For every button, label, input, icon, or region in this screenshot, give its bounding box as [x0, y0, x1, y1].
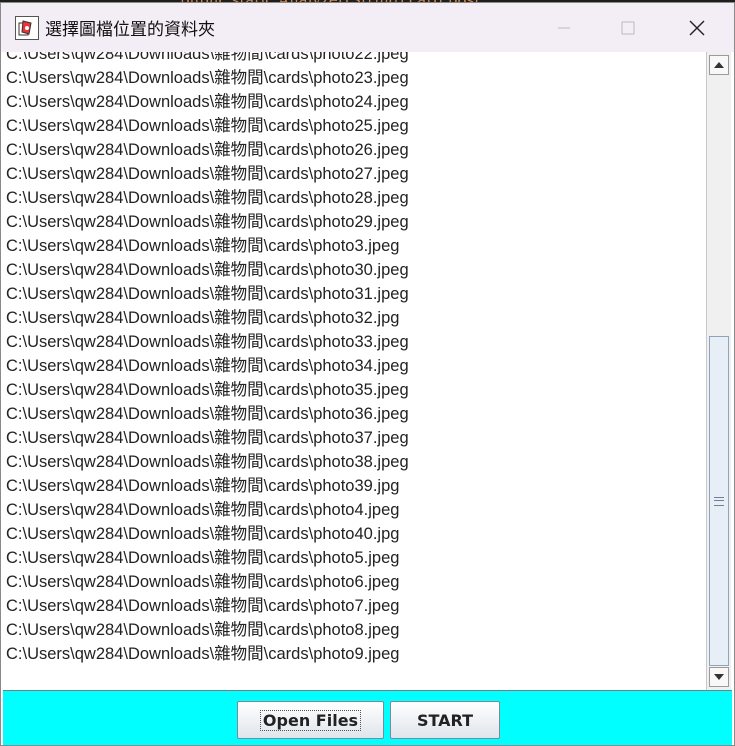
list-item[interactable]: C:\Users\qw284\Downloads\雜物間\cards\photo…: [3, 138, 409, 162]
scroll-up-button[interactable]: [709, 55, 729, 75]
start-button[interactable]: START: [390, 701, 500, 739]
list-item[interactable]: C:\Users\qw284\Downloads\雜物間\cards\photo…: [3, 66, 409, 90]
list-item[interactable]: C:\Users\qw284\Downloads\雜物間\cards\photo…: [3, 618, 409, 642]
scroll-down-button[interactable]: [709, 667, 729, 687]
window-title: 選擇圖檔位置的資料夾: [45, 20, 215, 40]
open-files-button[interactable]: Open Files: [237, 701, 384, 739]
list-item[interactable]: C:\Users\qw284\Downloads\雜物間\cards\photo…: [3, 234, 409, 258]
close-icon: [689, 20, 705, 35]
list-item[interactable]: C:\Users\qw284\Downloads\雜物間\cards\photo…: [3, 570, 409, 594]
vertical-scrollbar[interactable]: [706, 52, 731, 690]
list-item[interactable]: C:\Users\qw284\Downloads\雜物間\cards\photo…: [3, 186, 409, 210]
maximize-button[interactable]: [605, 3, 651, 52]
list-item[interactable]: C:\Users\qw284\Downloads\雜物間\cards\photo…: [3, 642, 409, 666]
title-bar[interactable]: 選擇圖檔位置的資料夾: [1, 3, 734, 52]
list-item[interactable]: C:\Users\qw284\Downloads\雜物間\cards\photo…: [3, 330, 409, 354]
list-item[interactable]: C:\Users\qw284\Downloads\雜物間\cards\photo…: [3, 354, 409, 378]
list-item[interactable]: C:\Users\qw284\Downloads\雜物間\cards\photo…: [3, 282, 409, 306]
list-item[interactable]: C:\Users\qw284\Downloads\雜物間\cards\photo…: [3, 378, 409, 402]
close-button[interactable]: [674, 3, 720, 52]
open-files-label: Open Files: [259, 709, 362, 731]
list-item[interactable]: C:\Users\qw284\Downloads\雜物間\cards\photo…: [3, 52, 409, 66]
list-item[interactable]: C:\Users\qw284\Downloads\雜物間\cards\photo…: [3, 402, 409, 426]
list-item[interactable]: C:\Users\qw284\Downloads\雜物間\cards\photo…: [3, 306, 409, 330]
list-item[interactable]: C:\Users\qw284\Downloads\雜物間\cards\photo…: [3, 474, 409, 498]
start-label: START: [416, 710, 474, 730]
arrow-down-icon: [714, 674, 724, 680]
scroll-thumb[interactable]: [709, 336, 729, 666]
java-app-icon: [15, 15, 39, 40]
list-item[interactable]: C:\Users\qw284\Downloads\雜物間\cards\photo…: [3, 498, 409, 522]
minimize-button[interactable]: [541, 3, 587, 52]
list-item[interactable]: C:\Users\qw284\Downloads\雜物間\cards\photo…: [3, 594, 409, 618]
button-panel: Open Files START: [3, 690, 732, 745]
list-item[interactable]: C:\Users\qw284\Downloads\雜物間\cards\photo…: [3, 210, 409, 234]
list-item[interactable]: C:\Users\qw284\Downloads\雜物間\cards\photo…: [3, 114, 409, 138]
list-item[interactable]: C:\Users\qw284\Downloads\雜物間\cards\photo…: [3, 450, 409, 474]
list-item[interactable]: C:\Users\qw284\Downloads\雜物間\cards\photo…: [3, 90, 409, 114]
file-chooser-window: 選擇圖檔位置的資料夾 C:\Users\qw284\Downloads\雜物間\…: [0, 2, 735, 746]
list-item[interactable]: C:\Users\qw284\Downloads\雜物間\cards\photo…: [3, 258, 409, 282]
maximize-icon: [621, 21, 635, 34]
list-item[interactable]: C:\Users\qw284\Downloads\雜物間\cards\photo…: [3, 162, 409, 186]
grip-icon: [714, 496, 724, 506]
minimize-icon: [558, 27, 570, 28]
list-item[interactable]: C:\Users\qw284\Downloads\雜物間\cards\photo…: [3, 426, 409, 450]
file-list[interactable]: C:\Users\qw284\Downloads\雜物間\cards\photo…: [3, 52, 706, 690]
arrow-up-icon: [714, 62, 724, 68]
file-list-items: C:\Users\qw284\Downloads\雜物間\cards\photo…: [3, 52, 409, 666]
list-item[interactable]: C:\Users\qw284\Downloads\雜物間\cards\photo…: [3, 522, 409, 546]
list-item[interactable]: C:\Users\qw284\Downloads\雜物間\cards\photo…: [3, 546, 409, 570]
